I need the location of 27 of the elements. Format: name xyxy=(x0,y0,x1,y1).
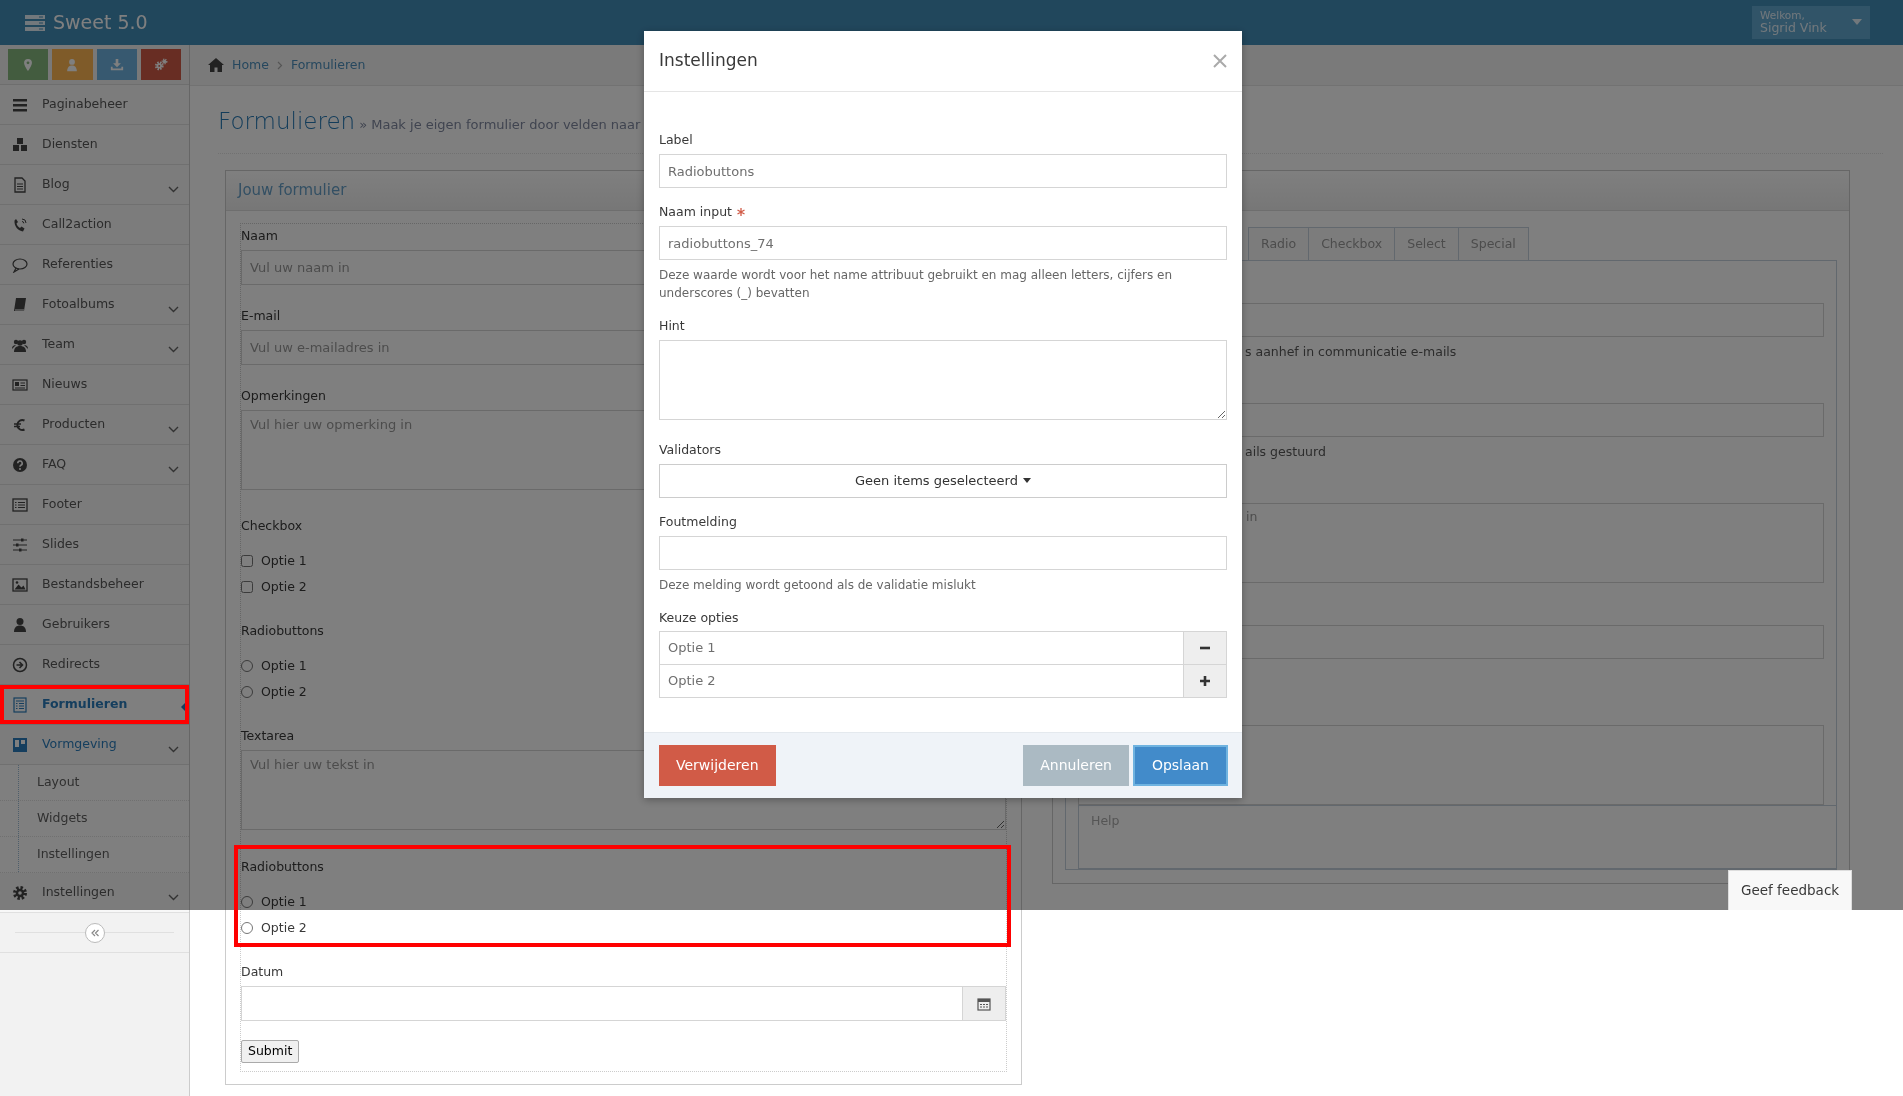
option-label: Optie 2 xyxy=(261,682,307,701)
field-label: Radiobuttons xyxy=(241,858,324,876)
option-label: Optie 1 xyxy=(261,892,307,911)
field-label: Checkbox xyxy=(241,517,303,536)
option-label: Optie 1 xyxy=(261,551,307,570)
help-text: s aanhef in communicatie e-mails xyxy=(1245,343,1458,362)
field-label: Textarea xyxy=(241,727,295,746)
field-label: Radiobuttons xyxy=(241,622,324,641)
page-title: Formulieren xyxy=(218,107,356,136)
card-title: Jouw formulier xyxy=(238,179,347,201)
page-subtitle: » Maak je eigen formulier door velden naar xyxy=(359,116,641,134)
app-title: Sweet 5.0 xyxy=(53,10,148,36)
field-label: Foutmelding xyxy=(659,512,737,531)
option-label: Optie 2 xyxy=(261,577,307,596)
field-label: Opmerkingen xyxy=(241,386,326,405)
field-label: E-mail xyxy=(241,306,281,325)
option-label: Optie 1 xyxy=(261,656,307,675)
dialog-title: Instellingen xyxy=(659,49,758,73)
field-label: Datum xyxy=(241,963,284,981)
field-label: Label xyxy=(659,131,693,149)
field-label: Naam xyxy=(241,226,278,245)
field-label: Keuze opties xyxy=(659,608,739,627)
option-label: Optie 2 xyxy=(261,918,307,937)
field-label: Naam input xyxy=(659,203,732,221)
help-text: Deze melding wordt getoond als de validatie mislukt xyxy=(659,576,977,594)
field-label: Validators xyxy=(659,440,721,459)
help-text: ails gestuurd xyxy=(1245,443,1327,462)
